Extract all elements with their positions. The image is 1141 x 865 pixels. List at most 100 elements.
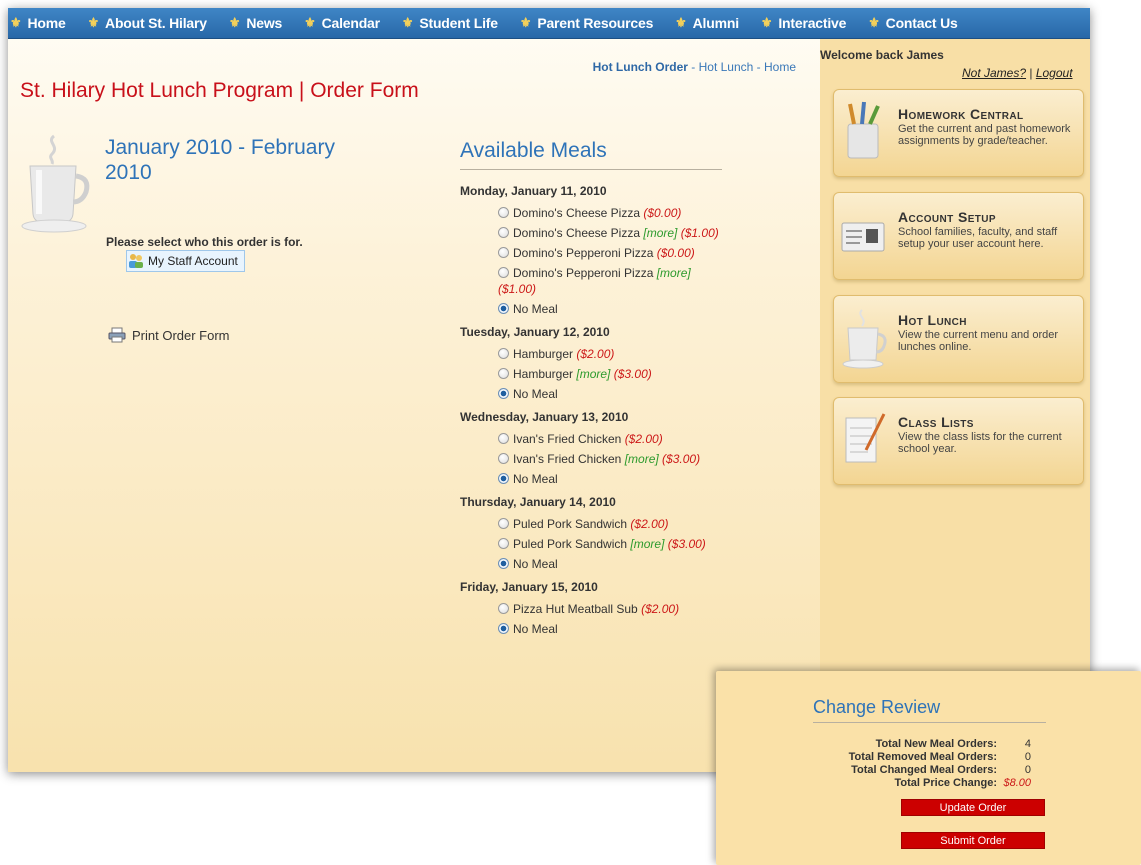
meal-option[interactable]: Domino's Cheese Pizza ($0.00)	[460, 205, 722, 221]
nav-alumni[interactable]: ⚜ Alumni	[675, 15, 739, 31]
breadcrumb-home-link[interactable]: Home	[764, 60, 796, 74]
meal-day-title: Friday, January 15, 2010	[460, 580, 598, 594]
nav-home[interactable]: ⚜ Home	[10, 15, 66, 31]
radio-button[interactable]	[498, 207, 509, 218]
breadcrumb: Hot Lunch Order - Hot Lunch - Home	[593, 60, 796, 74]
radio-button-selected[interactable]	[498, 303, 509, 314]
breadcrumb-separator: -	[753, 60, 764, 74]
more-link[interactable]: [more]	[576, 367, 610, 381]
meal-option[interactable]: Puled Pork Sandwich [more] ($3.00)	[460, 536, 722, 552]
meal-option[interactable]: Hamburger ($2.00)	[460, 346, 722, 362]
radio-button[interactable]	[498, 348, 509, 359]
meal-option[interactable]: Domino's Cheese Pizza [more] ($1.00)	[460, 225, 722, 241]
card-title: Homework Central	[898, 106, 1024, 122]
meal-day-title: Tuesday, January 12, 2010	[460, 325, 610, 339]
notepad-icon	[845, 413, 886, 463]
account-setup-card[interactable]: Account Setup School families, faculty, …	[833, 192, 1084, 280]
homework-central-card[interactable]: Homework Central Get the current and pas…	[833, 89, 1084, 177]
fleur-de-lis-icon: ⚜	[228, 15, 241, 30]
fleur-de-lis-icon: ⚜	[675, 15, 687, 30]
radio-button-selected[interactable]	[498, 558, 509, 569]
order-for-label: Please select who this order is for.	[106, 235, 303, 249]
review-row: Total Removed Meal Orders: 0	[849, 751, 1031, 763]
nav-label: Parent Resources	[537, 15, 654, 31]
breadcrumb-hot-lunch-link[interactable]: Hot Lunch	[699, 60, 754, 74]
radio-button[interactable]	[498, 518, 509, 529]
meal-name: Domino's Cheese Pizza	[513, 226, 641, 240]
fleur-de-lis-icon: ⚜	[304, 15, 316, 30]
meal-name: Domino's Pepperoni Pizza	[513, 246, 654, 260]
radio-button[interactable]	[498, 603, 509, 614]
radio-button-selected[interactable]	[498, 623, 509, 634]
meal-name: Domino's Pepperoni Pizza	[513, 266, 654, 280]
nav-contact-us[interactable]: ⚜ Contact Us	[868, 15, 958, 31]
more-link[interactable]: [more]	[657, 266, 691, 280]
nav-interactive[interactable]: ⚜ Interactive	[761, 15, 847, 31]
submit-order-button[interactable]: Submit Order	[901, 832, 1045, 849]
meal-name: No Meal	[513, 472, 558, 486]
breadcrumb-current: Hot Lunch Order	[592, 60, 688, 74]
meal-option[interactable]: Domino's Pepperoni Pizza ($0.00)	[460, 245, 722, 261]
id-card-icon	[841, 222, 885, 252]
meal-price: ($3.00)	[662, 452, 701, 466]
meal-option[interactable]: No Meal	[460, 471, 722, 487]
meal-name: No Meal	[513, 302, 558, 316]
nav-label: Student Life	[419, 15, 498, 31]
meal-name: Puled Pork Sandwich	[513, 537, 628, 551]
meal-price: ($2.00)	[630, 517, 669, 531]
radio-button-selected[interactable]	[498, 388, 509, 399]
radio-button[interactable]	[498, 433, 509, 444]
more-link[interactable]: [more]	[643, 226, 677, 240]
meal-option[interactable]: Ivan's Fried Chicken [more] ($3.00)	[460, 451, 722, 467]
meal-option[interactable]: Pizza Hut Meatball Sub ($2.00)	[460, 601, 722, 617]
update-order-button[interactable]: Update Order	[901, 799, 1045, 816]
radio-button-selected[interactable]	[498, 473, 509, 484]
meal-name: Pizza Hut Meatball Sub	[513, 602, 638, 616]
meal-name: Ivan's Fried Chicken	[513, 452, 622, 466]
class-lists-card[interactable]: Class Lists View the class lists for the…	[833, 397, 1084, 485]
nav-label: Alumni	[692, 15, 739, 31]
review-label: Total Removed Meal Orders:	[848, 751, 997, 763]
printer-icon	[108, 327, 126, 343]
review-value: 0	[1024, 751, 1031, 763]
review-label: Total New Meal Orders:	[875, 738, 997, 750]
meal-option[interactable]: No Meal	[460, 621, 722, 637]
meal-option[interactable]: Puled Pork Sandwich ($2.00)	[460, 516, 722, 532]
not-user-link[interactable]: Not James?	[962, 66, 1026, 80]
staff-account-option[interactable]: My Staff Account	[126, 250, 245, 272]
review-row: Total New Meal Orders: 4	[876, 738, 1031, 750]
radio-button[interactable]	[498, 453, 509, 464]
meal-option[interactable]: No Meal	[460, 386, 722, 402]
review-value: 0	[1024, 764, 1031, 776]
meal-option[interactable]: Hamburger [more] ($3.00)	[460, 366, 722, 382]
more-link[interactable]: [more]	[625, 452, 659, 466]
meal-name: Puled Pork Sandwich	[513, 517, 628, 531]
nav-news[interactable]: ⚜ News	[229, 15, 282, 31]
meal-option[interactable]: No Meal	[460, 556, 722, 572]
nav-calendar[interactable]: ⚜ Calendar	[304, 15, 380, 31]
fleur-de-lis-icon: ⚜	[519, 15, 532, 30]
radio-button[interactable]	[498, 538, 509, 549]
hot-lunch-card[interactable]: Hot Lunch View the current menu and orde…	[833, 295, 1084, 383]
radio-button[interactable]	[498, 267, 509, 278]
nav-label: News	[246, 15, 283, 31]
user-links-separator: |	[1026, 66, 1036, 80]
meal-option[interactable]: Domino's Pepperoni Pizza [more] ($1.00)	[460, 265, 722, 297]
radio-button[interactable]	[498, 227, 509, 238]
radio-button[interactable]	[498, 247, 509, 258]
nav-about[interactable]: ⚜ About St. Hilary	[88, 15, 207, 31]
meal-option[interactable]: Ivan's Fried Chicken ($2.00)	[460, 431, 722, 447]
welcome-message: Welcome back James	[820, 48, 944, 62]
print-order-form-link[interactable]: Print Order Form	[108, 327, 230, 343]
review-label: Total Price Change:	[894, 777, 997, 789]
people-icon	[129, 254, 143, 268]
logout-link[interactable]: Logout	[1036, 66, 1073, 80]
browser-page: ⚜ Home ⚜ About St. Hilary ⚜ News ⚜ Calendar …	[8, 8, 1090, 772]
nav-student-life[interactable]: ⚜ Student Life	[402, 15, 498, 31]
meal-option[interactable]: No Meal	[460, 301, 722, 317]
radio-button[interactable]	[498, 368, 509, 379]
nav-parent-resources[interactable]: ⚜ Parent Resources	[519, 15, 654, 31]
meal-price: ($1.00)	[680, 226, 719, 240]
more-link[interactable]: [more]	[630, 537, 664, 551]
fleur-de-lis-icon: ⚜	[87, 15, 100, 30]
